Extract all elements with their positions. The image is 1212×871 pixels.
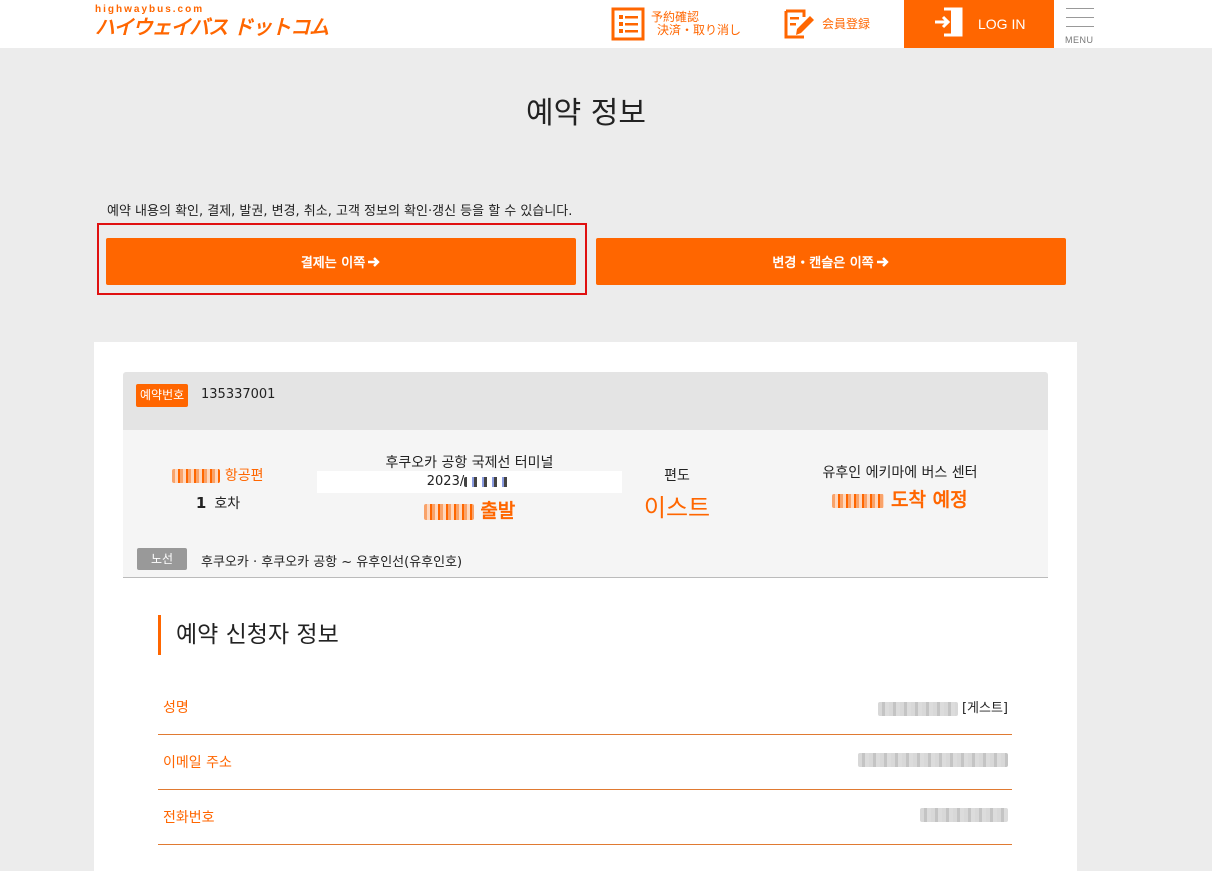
flight-suffix: 항공편: [224, 468, 264, 484]
redacted-flight: [172, 469, 221, 483]
redacted-date: [464, 476, 513, 487]
route-tag: 노선: [137, 548, 187, 570]
site-logo[interactable]: highwaybus.com ハイウェイバス ドットコム: [95, 4, 329, 39]
intro-text: 예약 내용의 확인, 결제, 발권, 변경, 취소, 고객 정보의 확인·갱신 …: [107, 204, 573, 219]
reservation-number-tag: 예약번호: [136, 384, 189, 407]
email-value: [858, 752, 1008, 767]
car-label: 호차: [214, 496, 241, 512]
site-header: highwaybus.com ハイウェイバス ドットコム 予約確認 決済・取り消…: [0, 0, 1212, 48]
flight-info: 항공편: [123, 465, 313, 485]
login-button[interactable]: LOG IN: [904, 0, 1054, 48]
change-cancel-button[interactable]: 변경・캔슬은 이쪽: [596, 238, 1066, 285]
list-icon: [611, 7, 645, 41]
arrow-right-icon: [876, 256, 889, 267]
name-suffix: [게스트]: [961, 701, 1008, 716]
menu-button[interactable]: MENU: [1064, 6, 1096, 46]
route-name: 후쿠오카 · 후쿠오카 공항 ~ 유후인선(유후인호): [201, 555, 463, 570]
redacted-name: [877, 701, 958, 716]
email-row: 이메일 주소: [158, 735, 1012, 790]
redacted-arrival-time: [832, 493, 885, 508]
reservation-check-link[interactable]: 予約確認 決済・取り消し: [611, 0, 741, 48]
departure-stop: 후쿠오카 공항 국제선 터미널: [385, 455, 554, 471]
email-label: 이메일 주소: [163, 755, 232, 771]
reservation-number: 135337001: [201, 387, 276, 402]
arrival-stop: 유후인 에키마에 버스 센터: [822, 465, 978, 481]
trip-type-label: 편도: [664, 468, 690, 484]
arrival-time: 도착 예정: [780, 485, 1020, 512]
payment-highlight-box: [97, 223, 587, 295]
departure-suffix: 출발: [480, 500, 516, 522]
page-title: 예약 정보: [526, 96, 646, 131]
menu-label: MENU: [1065, 35, 1094, 45]
reservation-link-line2: 決済・取り消し: [657, 23, 742, 37]
applicant-title: 예약 신청자 정보: [158, 615, 339, 655]
redacted-departure-time: [423, 503, 474, 520]
reservation-link-line1: 予約確認: [651, 10, 700, 24]
phone-label: 전화번호: [163, 810, 215, 826]
login-label: LOG IN: [978, 16, 1026, 32]
phone-value: [920, 807, 1008, 822]
logo-domain: highwaybus.com: [95, 4, 205, 15]
redacted-email: [858, 752, 1008, 767]
edit-icon: [782, 7, 816, 41]
name-value: [게스트]: [877, 697, 1008, 716]
member-register-link[interactable]: 会員登録: [782, 0, 870, 48]
name-row: 성명 [게스트]: [158, 680, 1012, 735]
car-number: 1: [195, 494, 207, 512]
login-icon: [934, 6, 964, 42]
phone-row: 전화번호: [158, 790, 1012, 845]
redacted-phone: [920, 807, 1008, 822]
member-register-label: 会員登録: [822, 16, 871, 31]
departure-date: 2023/: [317, 471, 622, 493]
arrival-suffix: 도착 예정: [891, 489, 968, 511]
name-label: 성명: [163, 700, 189, 716]
departure-date-prefix: 2023/: [426, 474, 465, 489]
change-button-label: 변경・캔슬은 이쪽: [772, 256, 874, 271]
logo-title: ハイウェイバス ドットコム: [95, 15, 329, 39]
trip-type-value: 이스트: [643, 494, 711, 522]
departure-time: 출발: [317, 496, 622, 523]
car-info: 1 호차: [123, 493, 313, 513]
